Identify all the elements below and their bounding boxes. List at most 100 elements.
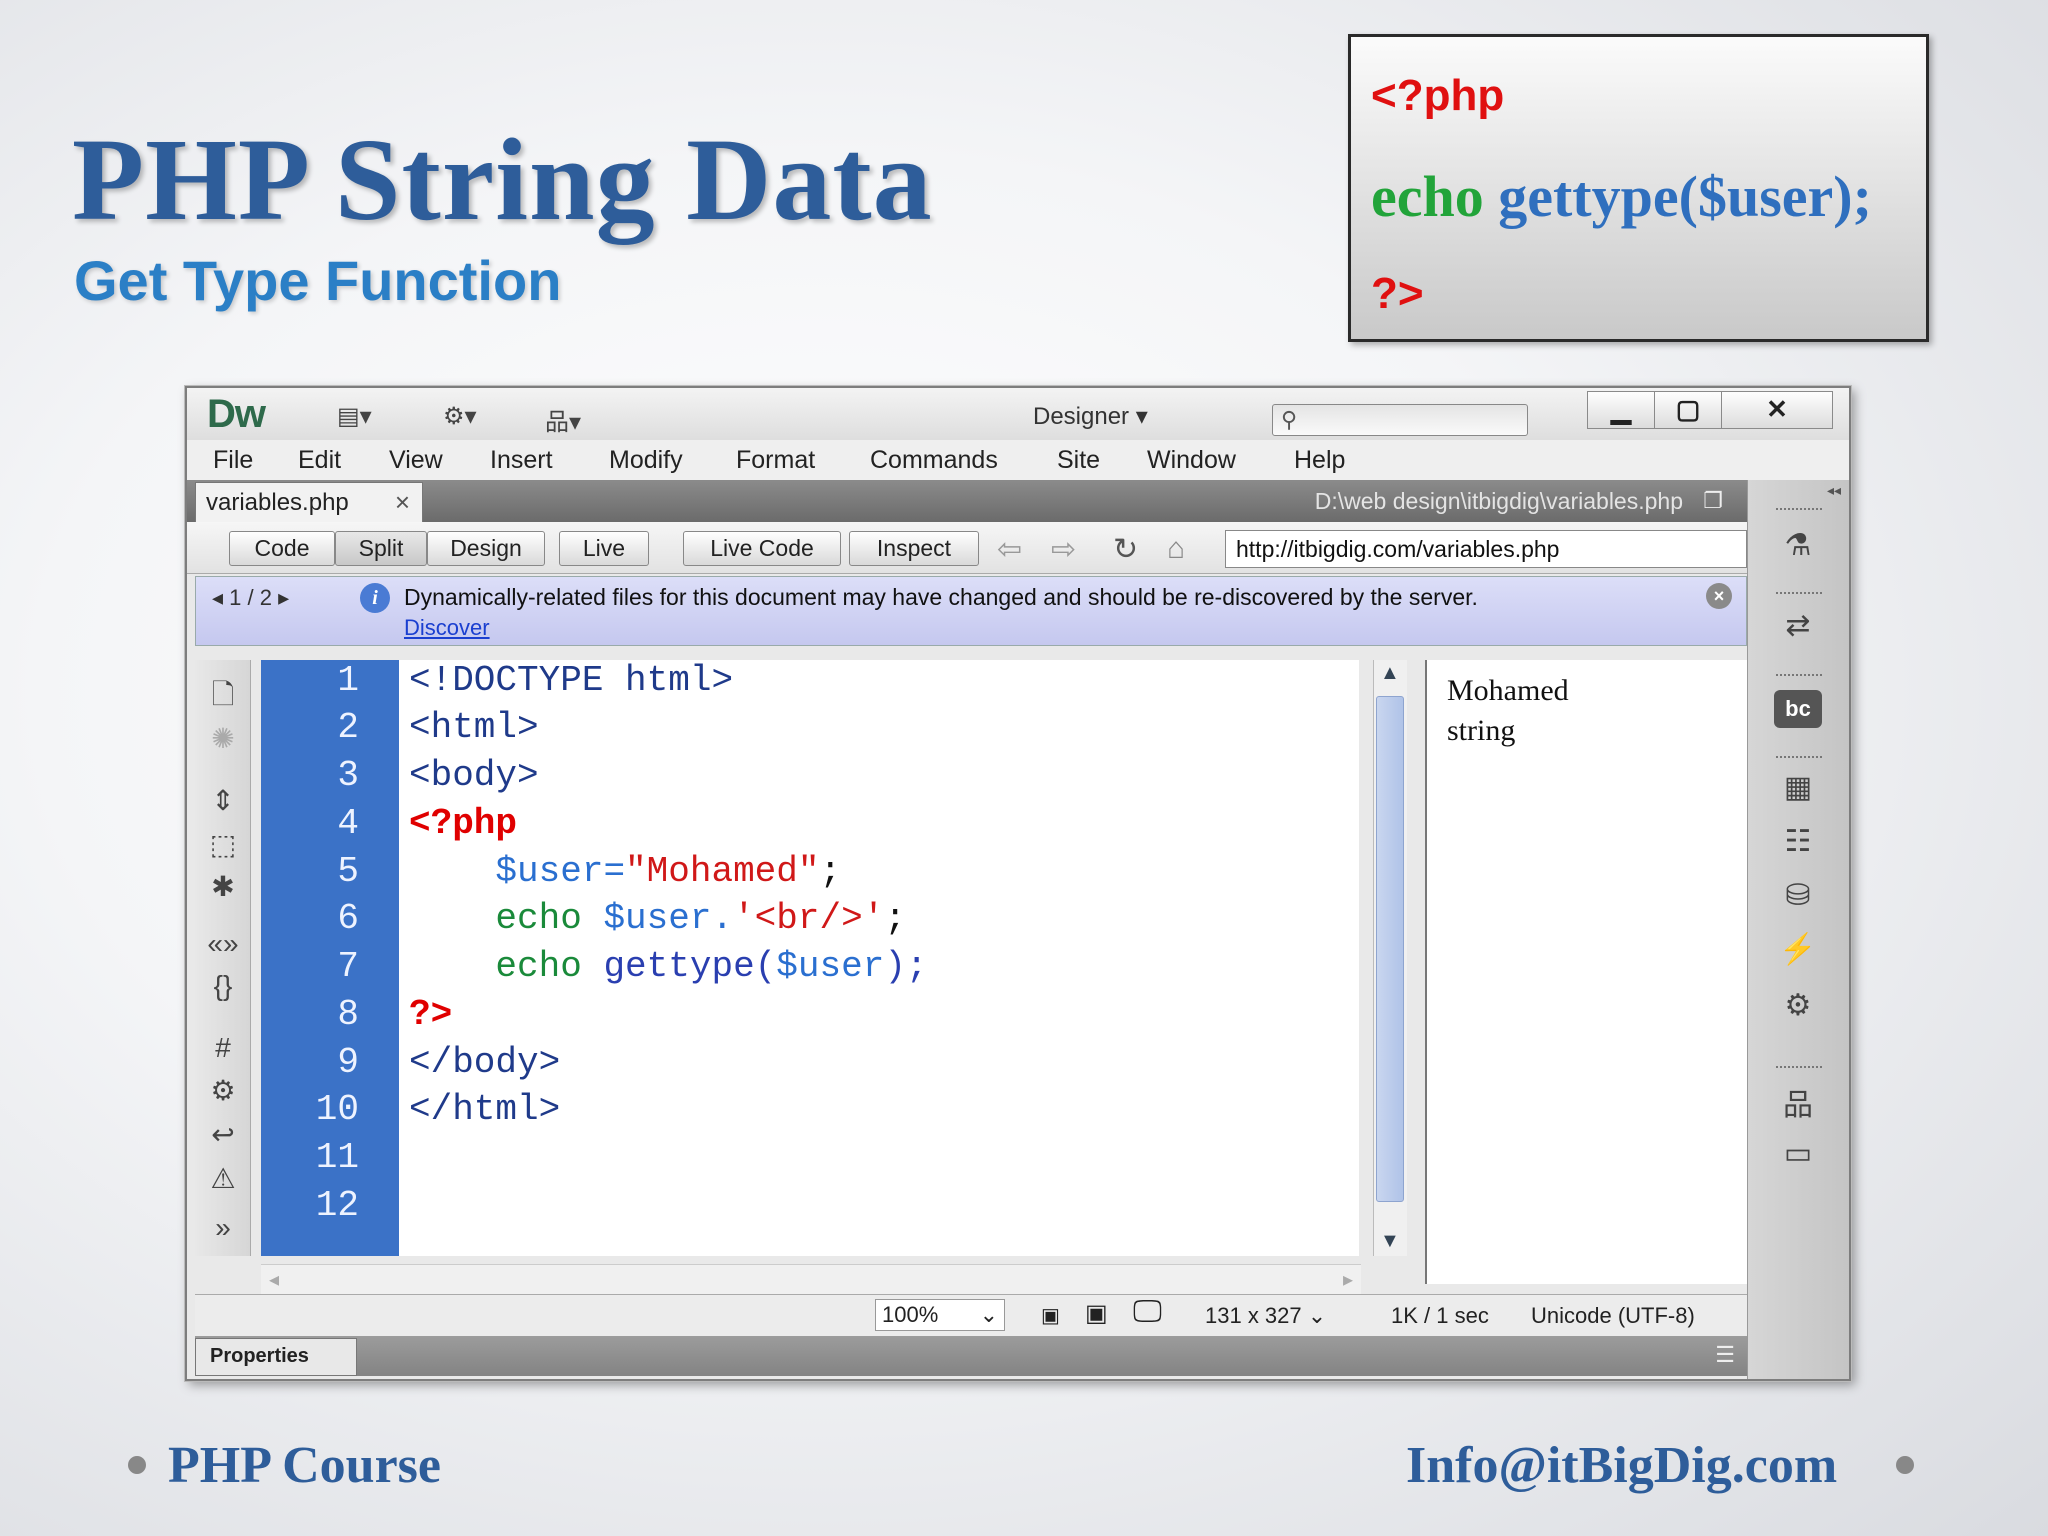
- info-pager[interactable]: ◂ 1 / 2 ▸: [212, 585, 289, 611]
- line-number: 7: [337, 946, 359, 987]
- restore-icon[interactable]: ❐: [1703, 488, 1723, 514]
- inspect-button[interactable]: Inspect: [849, 531, 979, 566]
- collapse-selection-icon[interactable]: ⬚: [207, 828, 239, 861]
- workspace-switcher[interactable]: Designer ▾: [1033, 402, 1148, 431]
- collapse-tag-icon[interactable]: ⇕: [207, 784, 239, 817]
- mobile-size-icon[interactable]: ▣: [1041, 1303, 1060, 1328]
- scroll-left-icon[interactable]: ◂: [269, 1267, 279, 1292]
- code-line-10[interactable]: </html>: [409, 1089, 560, 1130]
- menu-modify[interactable]: Modify: [609, 446, 683, 475]
- close-tab-icon[interactable]: ×: [395, 487, 410, 518]
- document-toolbar: Code Split Design Live Live Code Inspect…: [187, 522, 1747, 574]
- slide-title: PHP String Data: [72, 114, 933, 245]
- line-number: 12: [315, 1185, 359, 1226]
- open-documents-icon[interactable]: 🗋: [207, 674, 239, 722]
- code-line-4[interactable]: <?php: [409, 803, 517, 844]
- behaviors-icon[interactable]: ⚡: [1774, 932, 1822, 970]
- site-tree-icon[interactable]: 品▾: [545, 402, 581, 437]
- discover-link[interactable]: Discover: [404, 615, 490, 641]
- live-output-line: Mohamed: [1447, 674, 1569, 707]
- menu-insert[interactable]: Insert: [490, 446, 553, 475]
- assets-icon[interactable]: ▭: [1774, 1136, 1822, 1174]
- line-number: 1: [337, 660, 359, 701]
- right-panel-dock: ◂◂ ⚗ ⇄ bc ▦ ☷ ⛁ ⚡ ⚙ 品 ▭: [1747, 480, 1849, 1379]
- code-line-7[interactable]: echo gettype($user);: [409, 946, 927, 987]
- code-line-6[interactable]: echo $user.'<br/>';: [409, 898, 906, 939]
- close-button[interactable]: ✕: [1721, 391, 1833, 429]
- more-tools-icon[interactable]: »: [207, 1212, 239, 1244]
- menu-file[interactable]: File: [213, 446, 253, 475]
- info-bar: ◂ 1 / 2 ▸ i Dynamically-related files fo…: [195, 576, 1747, 646]
- forward-arrow-icon[interactable]: ⇨: [1051, 532, 1076, 567]
- ap-elements-icon[interactable]: ☷: [1774, 824, 1822, 862]
- css-styles-icon[interactable]: ▦: [1774, 770, 1822, 808]
- menu-site[interactable]: Site: [1057, 446, 1100, 475]
- databases-icon[interactable]: ⛁: [1774, 878, 1822, 916]
- search-input[interactable]: ⚲: [1272, 404, 1528, 436]
- menu-format[interactable]: Format: [736, 446, 815, 475]
- tablet-size-icon[interactable]: ▣: [1085, 1299, 1108, 1328]
- code-line-1[interactable]: <!DOCTYPE html>: [409, 660, 733, 701]
- line-numbers-icon[interactable]: #: [207, 1032, 239, 1064]
- word-wrap-icon[interactable]: ↩: [207, 1118, 239, 1151]
- code-snippet-box: <?php echo gettype($user); ?>: [1348, 34, 1929, 342]
- scrollbar-thumb[interactable]: [1376, 696, 1404, 1202]
- live-view-button[interactable]: Live: [559, 531, 649, 566]
- menu-commands[interactable]: Commands: [870, 446, 998, 475]
- minimize-button[interactable]: ▁: [1587, 391, 1655, 429]
- close-info-icon[interactable]: ×: [1706, 583, 1732, 609]
- maximize-button[interactable]: ▢: [1654, 391, 1722, 429]
- balance-braces-icon[interactable]: {}: [207, 970, 239, 1002]
- panel-menu-icon[interactable]: ☰: [1715, 1342, 1735, 1368]
- business-catalyst-icon[interactable]: bc: [1774, 690, 1822, 728]
- document-tab-label: variables.php: [206, 489, 349, 516]
- code-line-2[interactable]: <html>: [409, 707, 539, 748]
- menu-edit[interactable]: Edit: [298, 446, 341, 475]
- line-number: 8: [337, 994, 359, 1035]
- code-line-8[interactable]: ?>: [409, 994, 452, 1035]
- scroll-right-icon[interactable]: ▸: [1343, 1267, 1353, 1292]
- scroll-down-icon[interactable]: ▼: [1380, 1230, 1400, 1253]
- layout-icon[interactable]: ▤▾: [337, 402, 372, 431]
- select-parent-tag-icon[interactable]: «»: [207, 928, 239, 960]
- coding-toolbar: 🗋 ✺ ⇕ ⬚ ✱ «» {} # ⚙ ↩ ⚠ »: [195, 660, 251, 1256]
- code-view-button[interactable]: Code: [229, 531, 335, 566]
- code-editor[interactable]: <!DOCTYPE html> <html> <body> <?php $use…: [399, 660, 1359, 1256]
- chevron-down-icon: ⌄: [979, 1302, 998, 1327]
- properties-tab[interactable]: Properties: [195, 1338, 357, 1376]
- line-number: 9: [337, 1042, 359, 1083]
- home-icon[interactable]: ⌂: [1167, 532, 1185, 566]
- collapse-panel-icon[interactable]: ◂◂: [1827, 482, 1841, 499]
- back-arrow-icon[interactable]: ⇦: [997, 532, 1022, 567]
- files-panel-icon[interactable]: ⇄: [1774, 608, 1822, 646]
- refresh-icon[interactable]: ↻: [1113, 532, 1138, 567]
- server-behaviors-icon[interactable]: ⚙: [1774, 988, 1822, 1026]
- menu-window[interactable]: Window: [1147, 446, 1236, 475]
- expand-all-icon[interactable]: ✱: [207, 870, 239, 903]
- zoom-select[interactable]: 100% ⌄: [875, 1299, 1005, 1331]
- site-map-icon[interactable]: 品: [1774, 1080, 1822, 1122]
- scroll-up-icon[interactable]: ▲: [1380, 662, 1400, 685]
- debug-icon[interactable]: ✺: [207, 722, 239, 755]
- address-input[interactable]: http://itbigdig.com/variables.php: [1225, 530, 1747, 568]
- vertical-scrollbar[interactable]: ▲ ▼: [1373, 660, 1407, 1256]
- split-view-button[interactable]: Split: [335, 531, 427, 566]
- horizontal-scrollbar[interactable]: ◂ ▸: [261, 1264, 1361, 1294]
- syntax-error-icon[interactable]: ⚠: [207, 1162, 239, 1195]
- gear-icon[interactable]: ⚙▾: [443, 402, 477, 431]
- document-tab[interactable]: variables.php ×: [195, 482, 423, 522]
- insert-panel-icon[interactable]: ⚗: [1774, 528, 1822, 566]
- window-size[interactable]: 131 x 327 ⌄: [1205, 1303, 1326, 1329]
- menu-view[interactable]: View: [389, 446, 443, 475]
- highlight-invalid-icon[interactable]: ⚙: [207, 1074, 239, 1107]
- desktop-size-icon[interactable]: 🖵: [1133, 1295, 1162, 1329]
- menu-help[interactable]: Help: [1294, 446, 1345, 475]
- properties-bar: Properties ☰: [195, 1336, 1747, 1376]
- code-line-9[interactable]: </body>: [409, 1042, 560, 1083]
- status-bar: 100% ⌄ ▣ ▣ 🖵 131 x 327 ⌄ 1K / 1 sec Unico…: [195, 1294, 1747, 1336]
- code-line-5[interactable]: $user="Mohamed";: [409, 851, 841, 892]
- live-code-button[interactable]: Live Code: [683, 531, 841, 566]
- code-line-3[interactable]: <body>: [409, 755, 539, 796]
- design-view-button[interactable]: Design: [427, 531, 545, 566]
- line-number: 6: [337, 898, 359, 939]
